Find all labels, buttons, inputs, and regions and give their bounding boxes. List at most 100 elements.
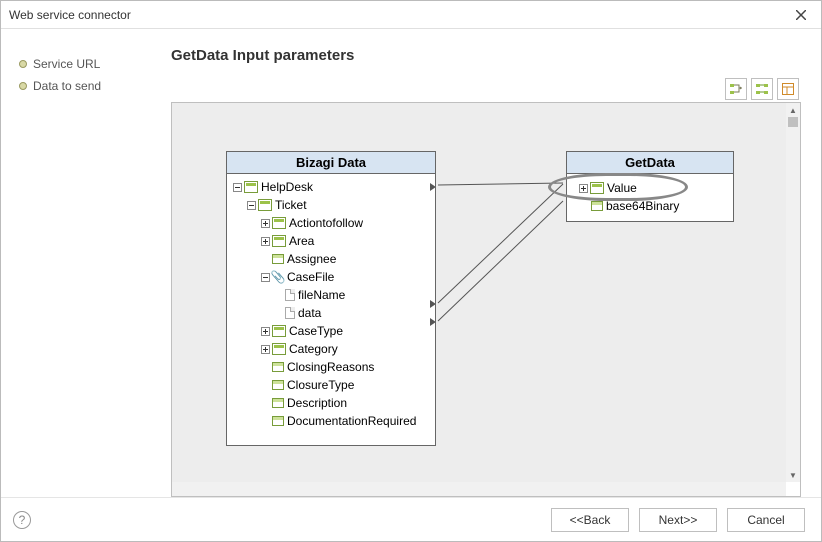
entity-icon	[590, 182, 604, 194]
toolbar-button-2[interactable]	[751, 78, 773, 100]
entity-icon	[258, 199, 272, 211]
main-panel: GetData Input parameters B	[171, 29, 821, 497]
expand-icon[interactable]	[261, 237, 270, 246]
mapping-auto-icon	[755, 82, 769, 96]
tree-label: Area	[289, 234, 314, 248]
layout-icon	[781, 82, 795, 96]
tree-node[interactable]: CaseType	[227, 322, 435, 340]
tree-label: HelpDesk	[261, 180, 313, 194]
tree-node-value[interactable]: Value	[567, 179, 733, 197]
entity-icon	[244, 181, 258, 193]
getdata-tree: Value base64Binary	[567, 174, 733, 221]
tree-label: Value	[607, 181, 637, 195]
bullet-icon	[19, 60, 27, 68]
footer-buttons: <<Back Next>> Cancel	[551, 508, 805, 532]
attribute-icon	[272, 362, 284, 372]
collapse-icon[interactable]	[261, 273, 270, 282]
toolbar-button-3[interactable]	[777, 78, 799, 100]
file-icon	[285, 307, 295, 319]
tree-label: Assignee	[287, 252, 336, 266]
dialog-footer: ? <<Back Next>> Cancel	[1, 497, 821, 541]
sidebar-item-service-url[interactable]: Service URL	[19, 53, 161, 75]
attribute-icon	[591, 201, 603, 211]
file-icon	[285, 289, 295, 301]
bizagi-data-box[interactable]: Bizagi Data HelpDesk Ticket Actiontof	[226, 151, 436, 446]
tree-label: ClosureType	[287, 378, 354, 392]
bizagi-box-header: Bizagi Data	[227, 152, 435, 174]
entity-icon	[272, 217, 286, 229]
collapse-icon[interactable]	[233, 183, 242, 192]
close-button[interactable]	[789, 3, 813, 27]
tree-node[interactable]: fileName	[227, 286, 435, 304]
tree-label: ClosingReasons	[287, 360, 374, 374]
back-button[interactable]: <<Back	[551, 508, 629, 532]
tree-node[interactable]: Assignee	[227, 250, 435, 268]
attachment-icon: 📎	[272, 271, 284, 283]
button-label: <<Back	[570, 513, 611, 527]
scroll-thumb[interactable]	[788, 117, 798, 127]
attribute-icon	[272, 398, 284, 408]
tree-label: data	[298, 306, 321, 320]
getdata-box-header: GetData	[567, 152, 733, 174]
entity-icon	[272, 343, 286, 355]
button-label: Cancel	[747, 513, 784, 527]
tree-label: CaseType	[289, 324, 343, 338]
expand-icon[interactable]	[261, 219, 270, 228]
attribute-icon	[272, 416, 284, 426]
sidebar-item-label: Service URL	[33, 57, 100, 71]
tree-label: Description	[287, 396, 347, 410]
tree-node-casefile[interactable]: 📎CaseFile	[227, 268, 435, 286]
expand-icon[interactable]	[261, 327, 270, 336]
dialog-body: Service URL Data to send GetData Input p…	[1, 29, 821, 497]
tree-node[interactable]: ClosureType	[227, 376, 435, 394]
mapping-canvas-container: Bizagi Data HelpDesk Ticket Actiontof	[171, 102, 801, 497]
tree-node-ticket[interactable]: Ticket	[227, 196, 435, 214]
mapping-canvas[interactable]: Bizagi Data HelpDesk Ticket Actiontof	[172, 103, 786, 482]
bullet-icon	[19, 82, 27, 90]
expand-icon[interactable]	[579, 184, 588, 193]
tree-label: CaseFile	[287, 270, 334, 284]
title-bar: Web service connector	[1, 1, 821, 29]
tree-node[interactable]: ClosingReasons	[227, 358, 435, 376]
tree-node[interactable]: Area	[227, 232, 435, 250]
button-label: Next>>	[659, 513, 698, 527]
collapse-icon[interactable]	[247, 201, 256, 210]
horizontal-scrollbar[interactable]	[172, 482, 786, 496]
tree-node-helpdesk[interactable]: HelpDesk	[227, 178, 435, 196]
getdata-box[interactable]: GetData Value base64Binary	[566, 151, 734, 222]
entity-icon	[272, 235, 286, 247]
tree-label: base64Binary	[606, 199, 679, 213]
scroll-down-arrow[interactable]: ▼	[786, 468, 800, 482]
scroll-up-arrow[interactable]: ▲	[786, 103, 800, 117]
toolbar-button-1[interactable]	[725, 78, 747, 100]
attribute-icon	[272, 254, 284, 264]
output-port[interactable]	[430, 318, 436, 326]
tree-label: Category	[289, 342, 338, 356]
tree-node[interactable]: Category	[227, 340, 435, 358]
bizagi-tree: HelpDesk Ticket Actiontofollow Area Assi…	[227, 174, 435, 444]
tree-node[interactable]: DocumentationRequired	[227, 412, 435, 430]
help-button[interactable]: ?	[13, 511, 31, 529]
entity-icon	[272, 325, 286, 337]
expand-icon[interactable]	[261, 345, 270, 354]
sidebar-item-data-to-send[interactable]: Data to send	[19, 75, 161, 97]
cancel-button[interactable]: Cancel	[727, 508, 805, 532]
page-heading: GetData Input parameters	[171, 47, 801, 64]
vertical-scrollbar[interactable]: ▲ ▼	[786, 103, 800, 482]
sidebar-item-label: Data to send	[33, 79, 101, 93]
mapping-toolbar	[171, 78, 801, 100]
tree-label: DocumentationRequired	[287, 414, 416, 428]
tree-node-base64[interactable]: base64Binary	[567, 197, 733, 215]
wizard-sidebar: Service URL Data to send	[1, 29, 171, 497]
output-port[interactable]	[430, 300, 436, 308]
close-icon	[796, 10, 806, 20]
attribute-icon	[272, 380, 284, 390]
tree-label: Actiontofollow	[289, 216, 363, 230]
tree-node[interactable]: Description	[227, 394, 435, 412]
window-title: Web service connector	[9, 8, 131, 22]
next-button[interactable]: Next>>	[639, 508, 717, 532]
mapping-icon	[729, 82, 743, 96]
tree-node[interactable]: Actiontofollow	[227, 214, 435, 232]
output-port[interactable]	[430, 183, 436, 191]
tree-node[interactable]: data	[227, 304, 435, 322]
